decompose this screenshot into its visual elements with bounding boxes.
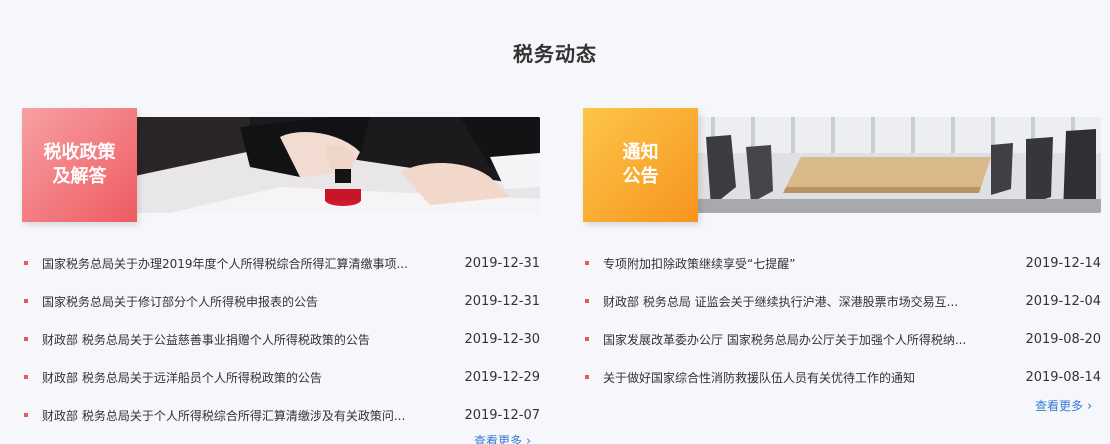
- bullet-icon: [585, 375, 589, 379]
- news-item[interactable]: 国家税务总局关于修订部分个人所得税申报表的公告 2019-12-31: [22, 282, 540, 320]
- chevron-right-icon: ›: [1087, 399, 1093, 414]
- news-title[interactable]: 财政部 税务总局关于个人所得税综合所得汇算清缴涉及有关政策问...: [42, 407, 460, 424]
- news-item[interactable]: 财政部 税务总局关于个人所得税综合所得汇算清缴涉及有关政策问... 2019-1…: [22, 396, 540, 434]
- view-more-label: 查看更多: [474, 434, 523, 444]
- category-tag[interactable]: 税收政策 及解答: [22, 108, 137, 222]
- bullet-icon: [24, 337, 28, 341]
- panel-notices: 通知 公告 专项附加扣除政策继续享受“七提醒” 2019-12-14 财政部 税…: [583, 108, 1101, 396]
- news-date: 2019-08-20: [1025, 331, 1101, 347]
- news-item[interactable]: 专项附加扣除政策继续享受“七提醒” 2019-12-14: [583, 244, 1101, 282]
- bullet-icon: [24, 299, 28, 303]
- news-date: 2019-12-31: [464, 293, 540, 309]
- news-date: 2019-12-14: [1025, 255, 1101, 271]
- news-item[interactable]: 财政部 税务总局关于公益慈善事业捐赠个人所得税政策的公告 2019-12-30: [22, 320, 540, 358]
- banner: 税收政策 及解答: [22, 108, 540, 222]
- news-date: 2019-12-31: [464, 255, 540, 271]
- section-title: 税务动态: [513, 42, 597, 66]
- banner-image-meeting-room[interactable]: [691, 117, 1101, 213]
- category-tag[interactable]: 通知 公告: [583, 108, 698, 222]
- news-item[interactable]: 财政部 税务总局 证监会关于继续执行沪港、深港股票市场交易互... 2019-1…: [583, 282, 1101, 320]
- news-item[interactable]: 国家税务总局关于办理2019年度个人所得税综合所得汇算清缴事项... 2019-…: [22, 244, 540, 282]
- news-title[interactable]: 财政部 税务总局关于远洋船员个人所得税政策的公告: [42, 369, 460, 386]
- news-item[interactable]: 关于做好国家综合性消防救援队伍人员有关优待工作的通知 2019-08-14: [583, 358, 1101, 396]
- bullet-icon: [585, 337, 589, 341]
- news-date: 2019-12-04: [1025, 293, 1101, 309]
- bullet-icon: [24, 261, 28, 265]
- bullet-icon: [24, 375, 28, 379]
- view-more-link[interactable]: 查看更多 ›: [474, 432, 531, 444]
- chevron-right-icon: ›: [526, 434, 532, 444]
- news-date: 2019-08-14: [1025, 369, 1101, 385]
- news-title[interactable]: 财政部 税务总局 证监会关于继续执行沪港、深港股票市场交易互...: [603, 293, 1021, 310]
- news-item[interactable]: 财政部 税务总局关于远洋船员个人所得税政策的公告 2019-12-29: [22, 358, 540, 396]
- news-date: 2019-12-07: [464, 407, 540, 423]
- bullet-icon: [585, 261, 589, 265]
- banner: 通知 公告: [583, 108, 1101, 222]
- bullet-icon: [24, 413, 28, 417]
- panel-tax-policy: 税收政策 及解答 国家税务总局关于办理2019年度个人所得税综合所得汇算清缴事项…: [22, 108, 540, 434]
- view-more-label: 查看更多: [1035, 399, 1084, 413]
- news-title[interactable]: 国家税务总局关于修订部分个人所得税申报表的公告: [42, 293, 460, 310]
- banner-image-stamping[interactable]: [130, 117, 540, 213]
- news-title[interactable]: 专项附加扣除政策继续享受“七提醒”: [603, 255, 1021, 272]
- news-item[interactable]: 国家发展改革委办公厅 国家税务总局办公厅关于加强个人所得税纳... 2019-0…: [583, 320, 1101, 358]
- view-more-link[interactable]: 查看更多 ›: [1035, 397, 1092, 414]
- news-date: 2019-12-30: [464, 331, 540, 347]
- news-title[interactable]: 国家发展改革委办公厅 国家税务总局办公厅关于加强个人所得税纳...: [603, 331, 1021, 348]
- news-title[interactable]: 财政部 税务总局关于公益慈善事业捐赠个人所得税政策的公告: [42, 331, 460, 348]
- news-list: 专项附加扣除政策继续享受“七提醒” 2019-12-14 财政部 税务总局 证监…: [583, 244, 1101, 396]
- news-title[interactable]: 关于做好国家综合性消防救援队伍人员有关优待工作的通知: [603, 369, 1021, 386]
- news-title[interactable]: 国家税务总局关于办理2019年度个人所得税综合所得汇算清缴事项...: [42, 255, 460, 272]
- news-date: 2019-12-29: [464, 369, 540, 385]
- bullet-icon: [585, 299, 589, 303]
- news-list: 国家税务总局关于办理2019年度个人所得税综合所得汇算清缴事项... 2019-…: [22, 244, 540, 434]
